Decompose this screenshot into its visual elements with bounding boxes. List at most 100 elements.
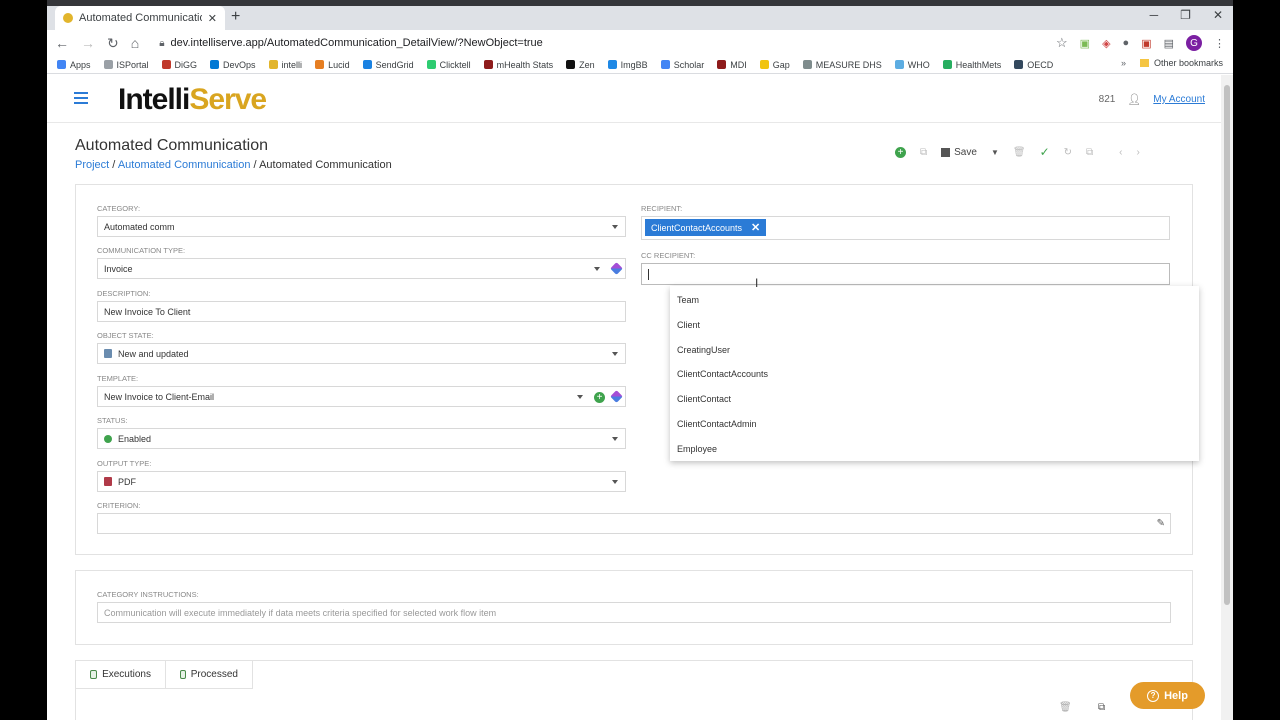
browser-tab[interactable]: Automated Communication - Int ✕ xyxy=(55,6,225,30)
dropdown-option[interactable]: Team xyxy=(677,295,699,305)
bookmark-item[interactable]: OECD xyxy=(1014,60,1053,70)
refresh-icon[interactable]: ↻ xyxy=(1064,147,1072,158)
bookmark-item[interactable]: Zen xyxy=(566,60,595,70)
help-button[interactable]: ? Help xyxy=(1130,682,1205,709)
copy-icon[interactable]: ⧉ xyxy=(920,147,927,158)
add-template-icon[interactable]: + xyxy=(594,392,605,403)
bookmark-item[interactable]: HealthMets xyxy=(942,60,1001,70)
extension-icon[interactable]: ▣ xyxy=(1080,37,1090,50)
bookmark-item[interactable]: ISPortal xyxy=(103,60,149,70)
edit-pencil-icon[interactable]: ✎ xyxy=(1157,518,1165,529)
output-type-select[interactable]: PDF xyxy=(97,471,626,492)
close-window-icon[interactable]: ✕ xyxy=(1213,8,1223,22)
extension-icon[interactable]: ▣ xyxy=(1141,37,1151,50)
save-label: Save xyxy=(954,146,977,158)
dropdown-option[interactable]: Employee xyxy=(677,444,717,454)
back-icon[interactable]: ← xyxy=(55,35,69,51)
tab-strip: Automated Communication - Int ✕ + ─ ❐ ✕ xyxy=(47,0,1233,30)
intelliserve-logo[interactable]: IntelliServe xyxy=(118,83,267,117)
open-icon[interactable]: ⧉ xyxy=(1098,702,1105,713)
bookmark-item[interactable]: Apps xyxy=(57,60,91,70)
tab-processed[interactable]: Processed xyxy=(166,661,253,689)
save-options-icon[interactable]: ▼ xyxy=(991,148,999,157)
description-input[interactable]: New Invoice To Client xyxy=(97,301,626,322)
breadcrumb-module[interactable]: Automated Communication xyxy=(118,159,251,171)
chevron-down-icon xyxy=(612,480,618,484)
clear-icon[interactable] xyxy=(610,390,623,403)
help-icon: ? xyxy=(1147,689,1160,702)
previous-icon[interactable]: ‹ xyxy=(1119,147,1122,158)
next-icon[interactable]: › xyxy=(1137,147,1140,158)
home-icon[interactable]: ⌂ xyxy=(131,35,139,51)
restore-icon[interactable]: ❐ xyxy=(1180,8,1191,22)
category-instructions-panel: CATEGORY INSTRUCTIONS: Communication wil… xyxy=(75,570,1193,645)
other-bookmarks[interactable]: » Other bookmarks xyxy=(1121,58,1223,68)
object-state-value: New and updated xyxy=(118,348,189,359)
delete-icon[interactable]: 🗑︎ xyxy=(1013,147,1026,158)
executions-icon xyxy=(90,670,98,679)
dropdown-option[interactable]: ClientContactAccounts xyxy=(677,369,768,379)
more-bookmarks-icon[interactable]: » xyxy=(1121,58,1126,68)
extension-icon[interactable]: ▤ xyxy=(1164,37,1174,50)
save-button[interactable]: Save xyxy=(941,147,977,158)
menu-icon[interactable] xyxy=(74,92,88,107)
bookmark-item[interactable]: Lucid xyxy=(315,60,350,70)
add-icon[interactable]: + xyxy=(895,146,906,158)
bookmark-item[interactable]: Gap xyxy=(759,60,790,70)
template-select[interactable]: New Invoice to Client-Email + xyxy=(97,386,626,407)
bookmark-item[interactable]: Clicktell xyxy=(426,60,471,70)
recipient-tag-input[interactable]: ClientContactAccounts ✕ xyxy=(641,216,1170,240)
forward-icon[interactable]: → xyxy=(81,35,95,51)
minimize-icon[interactable]: ─ xyxy=(1150,8,1159,22)
dropdown-option[interactable]: Client xyxy=(677,320,700,330)
other-bookmarks-label: Other bookmarks xyxy=(1153,58,1223,68)
chevron-down-icon xyxy=(612,225,618,229)
bookmark-item[interactable]: mHealth Stats xyxy=(483,60,553,70)
bookmark-item[interactable]: MDI xyxy=(717,60,747,70)
extension-icon[interactable]: ◈ xyxy=(1102,37,1110,50)
bookmark-item[interactable]: ImgBB xyxy=(607,60,648,70)
reload-icon[interactable]: ↻ xyxy=(107,35,119,52)
profile-avatar[interactable]: G xyxy=(1186,35,1202,51)
bookmark-item[interactable]: Scholar xyxy=(660,60,704,70)
bookmark-item[interactable]: DiGG xyxy=(161,60,197,70)
favicon-icon xyxy=(63,13,73,23)
criterion-input[interactable]: ✎ xyxy=(97,513,1171,534)
delete-icon[interactable]: 🗑︎ xyxy=(1059,702,1072,713)
bookmark-item[interactable]: DevOps xyxy=(210,60,256,70)
bookmark-label: intelli xyxy=(281,59,303,70)
object-state-select[interactable]: New and updated xyxy=(97,343,626,364)
logo-text-b: Serve xyxy=(189,83,267,116)
close-tab-icon[interactable]: ✕ xyxy=(208,12,217,25)
category-select[interactable]: Automated comm xyxy=(97,216,626,237)
dropdown-option[interactable]: ClientContact xyxy=(677,394,731,404)
bookmark-icon xyxy=(426,60,436,69)
extension-icon[interactable]: ● xyxy=(1123,37,1130,49)
new-tab-icon[interactable]: + xyxy=(231,8,240,26)
validate-icon[interactable]: ✓ xyxy=(1040,145,1050,159)
remove-tag-icon[interactable]: ✕ xyxy=(751,221,760,234)
header-account: 821 👤︎ My Account xyxy=(1099,93,1205,106)
scrollbar-thumb[interactable] xyxy=(1224,85,1230,605)
breadcrumb-project[interactable]: Project xyxy=(75,159,109,171)
bookmark-label: SendGrid xyxy=(375,59,414,70)
cc-recipient-input[interactable] xyxy=(641,263,1170,285)
status-select[interactable]: Enabled xyxy=(97,428,626,449)
open-icon[interactable]: ⧉ xyxy=(1086,147,1093,158)
my-account-link[interactable]: My Account xyxy=(1153,94,1205,105)
bookmark-star-icon[interactable]: ☆ xyxy=(1056,35,1068,51)
vertical-scrollbar[interactable] xyxy=(1221,75,1233,720)
dropdown-option[interactable]: ClientContactAdmin xyxy=(677,419,757,429)
bookmark-item[interactable]: WHO xyxy=(894,60,930,70)
folder-icon xyxy=(1139,59,1149,67)
bookmark-item[interactable]: SendGrid xyxy=(362,59,414,70)
bookmark-item[interactable]: MEASURE DHS xyxy=(802,59,882,70)
tab-executions[interactable]: Executions xyxy=(76,661,166,689)
communication-type-select[interactable]: Invoice xyxy=(97,258,626,279)
bookmark-label: MEASURE DHS xyxy=(815,59,882,70)
dropdown-option[interactable]: CreatingUser xyxy=(677,345,730,355)
browser-menu-icon[interactable]: ⋮ xyxy=(1214,37,1225,50)
bookmark-item[interactable]: intelli xyxy=(268,59,303,70)
clear-icon[interactable] xyxy=(610,262,623,275)
address-bar[interactable]: 🔒︎ dev.intelliserve.app/AutomatedCommuni… xyxy=(151,32,1067,54)
